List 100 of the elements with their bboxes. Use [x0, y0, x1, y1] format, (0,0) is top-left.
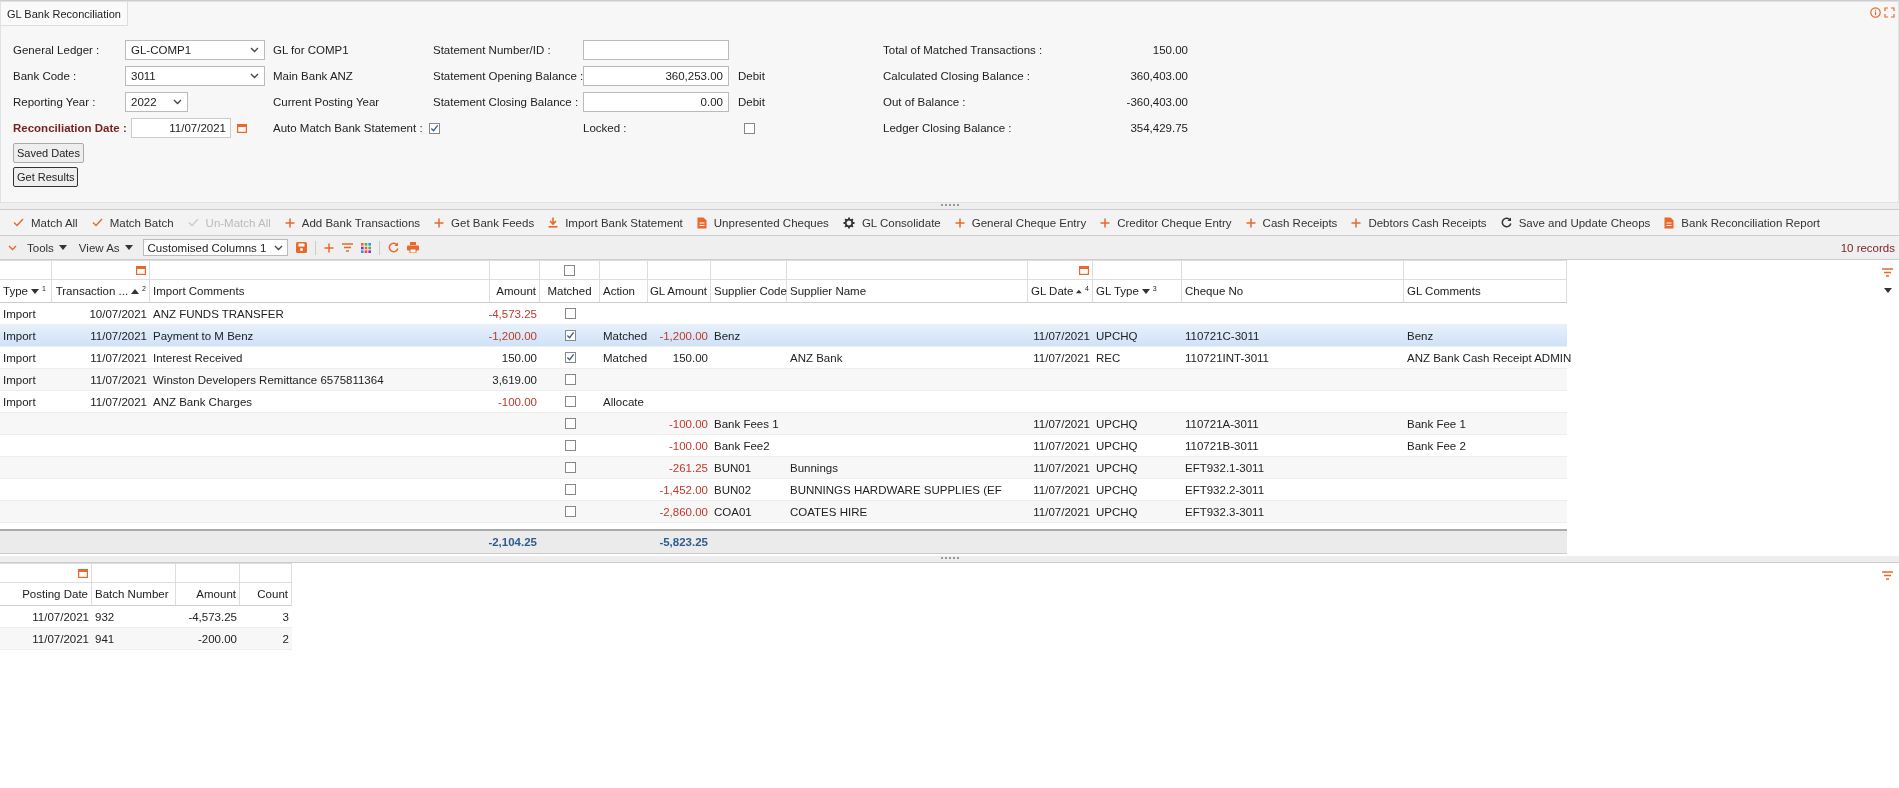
- checkbox[interactable]: [564, 308, 576, 319]
- column-header[interactable]: Matched: [540, 280, 600, 303]
- table-row[interactable]: -2,860.00 COA01 COATES HIRE 11/07/2021 UPCHQ EFT932.3-3011: [0, 501, 1567, 523]
- table-row[interactable]: -100.00 Bank Fees 1 11/07/2021 UPCHQ 110721A-3011 Bank Fee 1: [0, 413, 1567, 435]
- column-header[interactable]: Supplier Name: [787, 280, 1028, 303]
- select-field[interactable]: 3011: [125, 66, 265, 86]
- column-header[interactable]: Count: [240, 583, 292, 606]
- filter-field[interactable]: [52, 260, 150, 280]
- menu-button[interactable]: View As: [76, 241, 135, 254]
- column-header[interactable]: Amount: [176, 583, 240, 606]
- filter-field[interactable]: [150, 260, 490, 280]
- columns-icon[interactable]: [360, 242, 371, 253]
- total-label: Total of Matched Transactions :: [883, 44, 1044, 56]
- resize-grip[interactable]: [940, 204, 959, 208]
- filter-icon[interactable]: [1882, 268, 1893, 277]
- calendar-icon[interactable]: [136, 265, 146, 275]
- select-field[interactable]: 2022: [125, 92, 188, 112]
- table-row[interactable]: Import 11/07/2021 Winston Developers Remittance 6575811364 3,619.00: [0, 369, 1567, 391]
- toolbar-button[interactable]: General Cheque Entry: [947, 210, 1094, 235]
- column-header[interactable]: Action: [600, 280, 648, 303]
- sort-icon[interactable]: [131, 288, 140, 294]
- table-row[interactable]: Import 11/07/2021 Payment to M Benz -1,200.00 Matched -1,200.00 Benz 11/07/2021 UPCHQ 110721C-3011 Benz: [0, 325, 1567, 347]
- filter-field[interactable]: [176, 563, 240, 583]
- print-icon[interactable]: [406, 242, 419, 253]
- table-row[interactable]: -261.25 BUN01 Bunnings 11/07/2021 UPCHQ EFT932.1-3011: [0, 457, 1567, 479]
- column-header[interactable]: Supplier Code: [711, 280, 787, 303]
- filter-field[interactable]: [490, 260, 540, 280]
- refresh-icon[interactable]: [387, 242, 399, 253]
- checkbox[interactable]: [564, 330, 576, 341]
- filter-field[interactable]: [711, 260, 787, 280]
- filter-field[interactable]: [1028, 260, 1093, 280]
- checkbox[interactable]: [744, 122, 755, 134]
- column-header[interactable]: Amount: [490, 280, 540, 303]
- toolbar-button[interactable]: GL Consolidate: [835, 210, 948, 235]
- form-button[interactable]: Get Results: [13, 167, 79, 187]
- expand-icon[interactable]: [1884, 7, 1895, 18]
- toolbar-button[interactable]: Add Bank Transactions: [277, 210, 428, 235]
- toolbar-button[interactable]: Match All: [6, 210, 85, 235]
- table-cell: -2,860.00: [659, 505, 708, 518]
- checkbox[interactable]: [564, 440, 576, 451]
- toolbar-button[interactable]: Save and Update Cheops: [1493, 210, 1658, 235]
- column-header[interactable]: GL Comments: [1404, 280, 1567, 303]
- calendar-icon[interactable]: [1079, 265, 1089, 275]
- form-button[interactable]: Saved Dates: [13, 143, 84, 163]
- filter-field[interactable]: [240, 563, 292, 583]
- column-header[interactable]: Import Comments: [150, 280, 490, 303]
- filter-field[interactable]: [1182, 260, 1404, 280]
- input-field[interactable]: [583, 40, 729, 60]
- input-field[interactable]: 360,253.00: [583, 66, 729, 86]
- toolbar-button[interactable]: Debtors Cash Receipts: [1344, 210, 1494, 235]
- input-field[interactable]: 0.00: [583, 92, 729, 112]
- checkbox[interactable]: [564, 352, 576, 363]
- calendar-icon[interactable]: [237, 123, 247, 133]
- total-label: Ledger Closing Balance :: [883, 122, 1013, 134]
- toolbar-button[interactable]: Import Bank Statement: [541, 210, 690, 235]
- calendar-icon[interactable]: [78, 568, 88, 578]
- checkbox[interactable]: [564, 484, 576, 495]
- resize-grip[interactable]: [940, 557, 959, 561]
- checkbox[interactable]: [564, 506, 576, 517]
- table-cell: 11/07/2021: [32, 632, 89, 645]
- collapse-icon[interactable]: [8, 244, 17, 251]
- filter-field[interactable]: [540, 260, 600, 280]
- filter-field[interactable]: [1404, 260, 1567, 280]
- layout-select[interactable]: Customised Columns 1: [142, 239, 288, 256]
- sort-icon[interactable]: [1141, 288, 1150, 294]
- toolbar-button[interactable]: Unpresented Cheques: [689, 210, 836, 235]
- save-icon[interactable]: [295, 242, 307, 253]
- column-header[interactable]: Posting Date: [0, 583, 92, 606]
- toolbar-button[interactable]: Cash Receipts: [1238, 210, 1345, 235]
- checkbox[interactable]: [564, 396, 576, 407]
- filter-field[interactable]: [92, 563, 176, 583]
- checkbox[interactable]: [564, 418, 576, 429]
- column-header[interactable]: GL Amount: [648, 280, 711, 303]
- date-field[interactable]: 11/07/2021: [131, 118, 231, 138]
- filter-icon[interactable]: [341, 243, 353, 252]
- column-header[interactable]: Cheque No: [1182, 280, 1404, 303]
- toolbar-button[interactable]: Creditor Cheque Entry: [1093, 210, 1239, 235]
- toolbar-button[interactable]: Bank Reconciliation Report: [1657, 210, 1828, 235]
- filter-field[interactable]: [1093, 260, 1182, 280]
- checkbox[interactable]: [428, 122, 440, 134]
- toolbar-button[interactable]: Match Batch: [84, 210, 181, 235]
- sort-icon[interactable]: [30, 288, 39, 294]
- filter-field[interactable]: [0, 563, 92, 583]
- filter-field[interactable]: [648, 260, 711, 280]
- checkbox[interactable]: [564, 374, 576, 385]
- menu-button[interactable]: Tools: [25, 241, 69, 254]
- info-icon[interactable]: [1870, 7, 1881, 18]
- table-cell: Benz: [1407, 329, 1434, 342]
- filter-field[interactable]: [0, 260, 52, 280]
- caret-icon[interactable]: [1883, 288, 1892, 293]
- filter-field[interactable]: [600, 260, 648, 280]
- filter-field[interactable]: [787, 260, 1028, 280]
- column-header[interactable]: Batch Number: [92, 583, 176, 606]
- checkbox[interactable]: [564, 462, 576, 473]
- checkbox[interactable]: [564, 264, 575, 276]
- filter-icon[interactable]: [1882, 571, 1893, 580]
- sort-icon[interactable]: [1076, 288, 1083, 294]
- add-icon[interactable]: [323, 242, 334, 253]
- toolbar-button[interactable]: Get Bank Feeds: [427, 210, 542, 235]
- select-field[interactable]: GL-COMP1: [125, 40, 265, 60]
